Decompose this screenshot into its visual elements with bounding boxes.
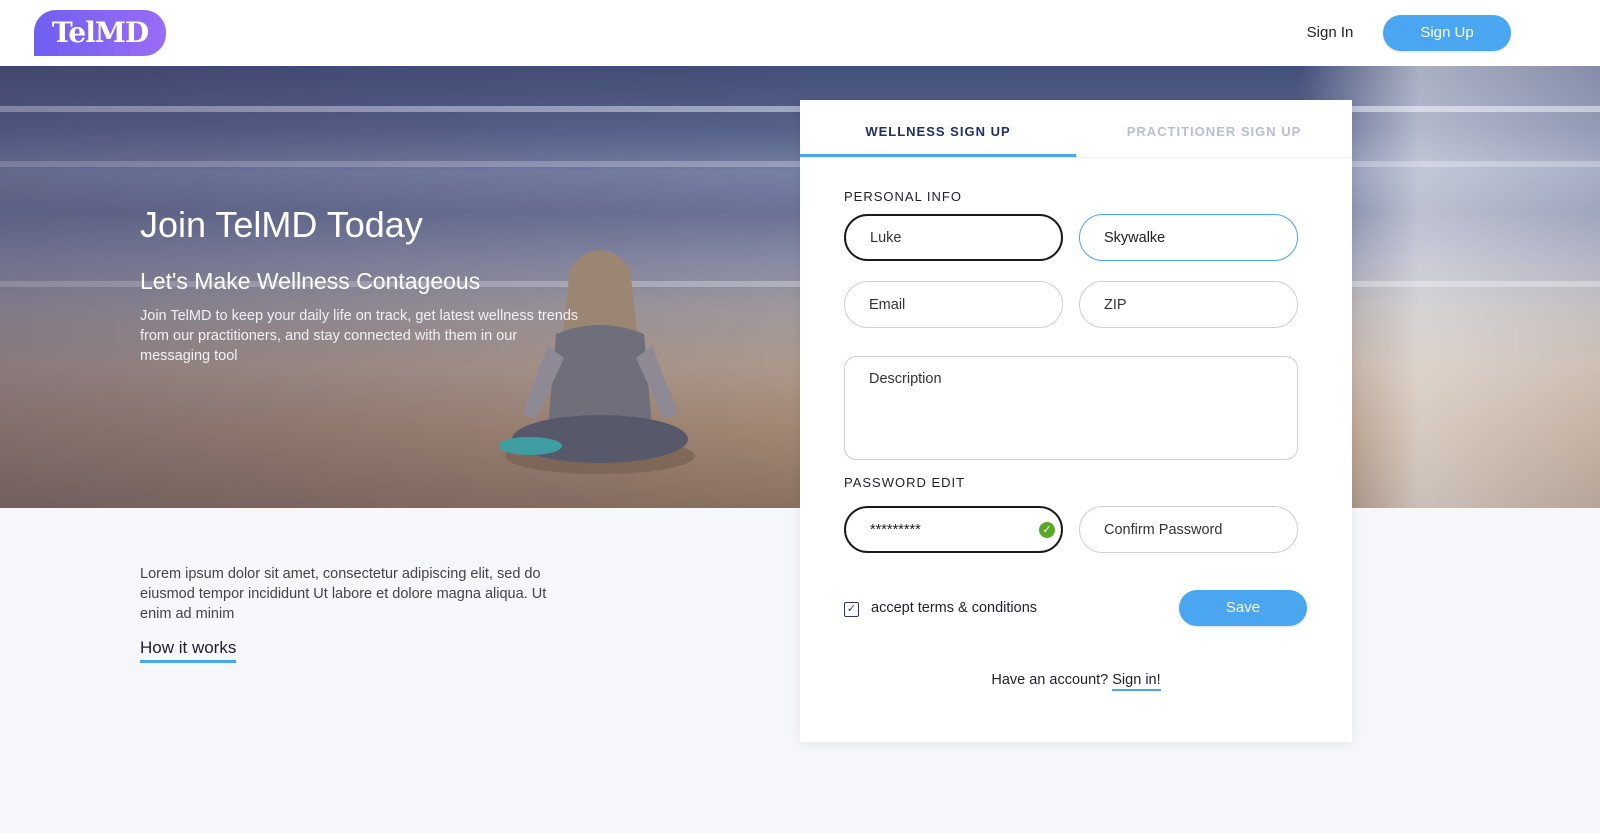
hero-title: Join TelMD Today — [140, 204, 423, 245]
telmd-logo[interactable]: TelMD — [34, 10, 166, 56]
hero-subtitle: Let's Make Wellness Contageous — [140, 268, 481, 294]
have-account-row: Have an account? Sign in! — [800, 672, 1352, 691]
tab-divider — [800, 157, 1352, 158]
top-navbar: TelMD Sign In Sign Up — [0, 0, 1600, 66]
check-circle-icon: ✓ — [1039, 522, 1055, 538]
hero-description: Join TelMD to keep your daily life on tr… — [140, 308, 579, 364]
have-account-text: Have an account? — [991, 672, 1109, 688]
signup-card: WELLNESS SIGN UP PRACTITIONER SIGN UP PE… — [800, 100, 1352, 742]
terms-checkbox[interactable]: ✓ — [844, 602, 859, 617]
sign-in-link[interactable]: Sign In — [1290, 22, 1370, 44]
personal-info-label: PERSONAL INFO — [844, 189, 962, 204]
password-input[interactable] — [844, 506, 1063, 553]
email-input[interactable] — [844, 281, 1063, 328]
confirm-password-input[interactable] — [1079, 506, 1298, 553]
tab-wellness-sign-up[interactable]: WELLNESS SIGN UP — [800, 100, 1076, 157]
sign-up-button[interactable]: Sign Up — [1383, 15, 1511, 51]
intro-text: Lorem ipsum dolor sit amet, consectetur … — [140, 566, 547, 622]
first-name-input[interactable] — [844, 214, 1063, 261]
password-edit-label: PASSWORD EDIT — [844, 475, 966, 490]
description-textarea[interactable] — [844, 356, 1298, 460]
checkmark-icon: ✓ — [846, 603, 857, 615]
how-it-works-link[interactable]: How it works — [140, 638, 237, 663]
sign-in-link-bottom[interactable]: Sign in! — [1112, 672, 1161, 691]
last-name-input[interactable] — [1079, 214, 1298, 261]
tab-practitioner-sign-up[interactable]: PRACTITIONER SIGN UP — [1076, 100, 1352, 157]
zip-input[interactable] — [1079, 281, 1298, 328]
terms-label[interactable]: accept terms & conditions — [871, 600, 1037, 616]
save-button[interactable]: Save — [1179, 590, 1307, 626]
